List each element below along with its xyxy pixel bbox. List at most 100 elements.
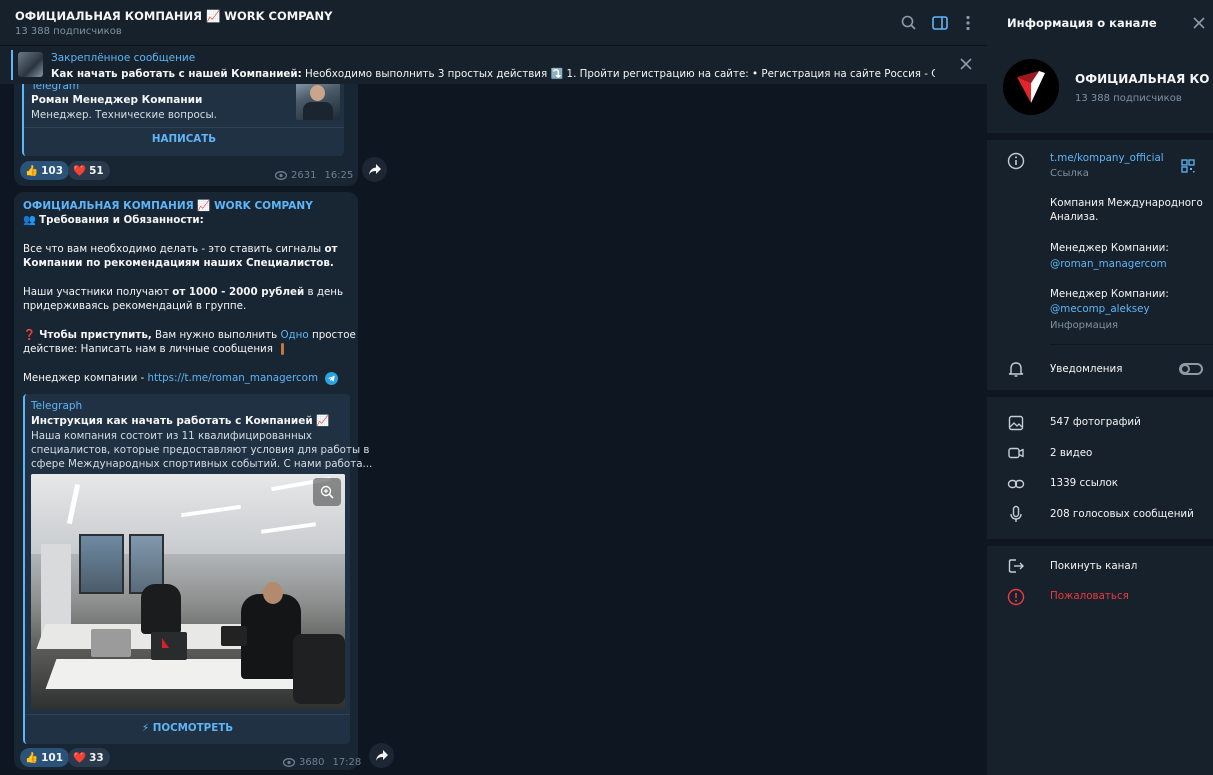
share-button[interactable] [369, 743, 394, 768]
manager-link[interactable]: https://t.me/roman_managercom [148, 372, 318, 384]
message-line: придерживаясь рекомендаций в группе. [23, 299, 246, 314]
person [141, 584, 181, 634]
card-description: Менеджер. Технические вопросы. [31, 109, 217, 121]
message-line: действие: Написать нам в личные сообщени… [23, 342, 284, 357]
pinned-indicator [11, 50, 13, 80]
link-preview-card[interactable]: Telegram Роман Менеджер Компании Менедже… [22, 80, 344, 156]
subscriber-count: 13 388 подписчиков [15, 26, 122, 37]
pinned-message[interactable]: Закреплённое сообщение Как начать работа… [0, 46, 987, 84]
zoom-button[interactable] [313, 478, 341, 506]
message-line: Все что вам необходимо делать - это став… [23, 242, 337, 257]
reaction-like[interactable]: 👍 103 [20, 161, 69, 180]
manager-username-link[interactable]: @mecomp_aleksey [1050, 303, 1150, 315]
videos-item[interactable]: 2 видео [1050, 447, 1092, 459]
search-icon[interactable] [900, 14, 918, 32]
reaction-heart[interactable]: ❤️ 51 [68, 161, 110, 180]
heart-icon: ❤️ [73, 165, 87, 177]
chair [293, 634, 345, 704]
reaction-like[interactable]: 👍 101 [20, 748, 69, 767]
text-bold: от [324, 243, 338, 255]
share-button[interactable] [362, 157, 387, 182]
office-photo[interactable] [31, 474, 345, 709]
more-icon[interactable] [959, 14, 977, 32]
section-divider [987, 390, 1213, 397]
photos-item[interactable]: 547 фотографий [1050, 416, 1141, 428]
text-segment: простое [308, 329, 356, 341]
video-icon [1008, 447, 1024, 459]
telegram-icon [325, 371, 339, 385]
inline-link[interactable]: Одно [280, 329, 308, 341]
message-line: Наши участники получают от 1000 - 2000 р… [23, 285, 343, 300]
zoom-in-icon [320, 485, 334, 499]
description-label: Информация [1050, 320, 1119, 331]
channel-info-panel: Информация о канале ОФИЦИАЛЬНАЯ КОМПАНИЯ… [987, 0, 1213, 775]
description-line: Менеджер Компании: [1050, 288, 1169, 300]
leave-icon [1008, 559, 1024, 573]
view-button-label: ПОСМОТРЕТЬ [152, 722, 234, 734]
notifications-label: Уведомления [1050, 363, 1123, 375]
sidebar-toggle-icon[interactable] [931, 14, 949, 32]
chat-area: Telegram Роман Менеджер Компании Менедже… [0, 0, 987, 775]
message-line: 👥 Требования и Обязанности: [23, 213, 204, 228]
pinned-text-bold: Как начать работать с нашей Компанией: [51, 68, 302, 80]
chat-header[interactable]: ОФИЦИАЛЬНАЯ КОМПАНИЯ 📈 WORK COMPANY 13 3… [0, 0, 987, 46]
card-title: Инструкция как начать работать с Компани… [31, 415, 330, 427]
message-time: 17:28 [332, 757, 362, 768]
window [79, 534, 124, 594]
laptop [151, 632, 187, 660]
message-line: Компании по рекомендациям наших Специали… [23, 256, 334, 271]
requirements-heading: Требования и Обязанности: [39, 214, 204, 226]
card-description: специалистов, которые предоставляют усло… [31, 444, 370, 456]
text-segment: в день [304, 286, 344, 298]
card-photo [296, 80, 340, 120]
message-bubble[interactable]: ОФИЦИАЛЬНАЯ КОМПАНИЯ 📈 WORK COMPANY 👥 Тр… [14, 192, 372, 770]
card-description: Наша компания состоит из 11 квалифициров… [31, 430, 312, 442]
eye-icon [275, 171, 287, 180]
laptop [91, 629, 131, 657]
message-time: 16:25 [324, 170, 354, 181]
pinned-thumbnail [18, 52, 43, 77]
message-bubble[interactable]: Telegram Роман Менеджер Компании Менедже… [14, 80, 358, 186]
channel-name: ОФИЦИАЛЬНАЯ КОМПАНИЯ [1075, 72, 1209, 86]
microphone-icon [1010, 505, 1022, 522]
text-segment: Вам нужно выполнить [151, 329, 281, 341]
text-segment: придерживаясь рекомендаций в группе. [23, 300, 247, 312]
info-icon [1007, 152, 1025, 170]
link-label: Ссылка [1050, 168, 1089, 179]
links-item[interactable]: 1339 ссылок [1050, 477, 1118, 489]
text-segment: Менеджер компании - [23, 372, 148, 384]
text-bold: Чтобы приступить, [39, 329, 152, 341]
person-head [263, 582, 283, 604]
section-divider [987, 539, 1213, 546]
voice-item[interactable]: 208 голосовых сообщений [1050, 508, 1194, 520]
manager-username-link[interactable]: @roman_managercom [1050, 258, 1167, 270]
chat-title[interactable]: ОФИЦИАЛЬНАЯ КОМПАНИЯ 📈 WORK COMPANY [15, 9, 332, 23]
thumbs-up-icon: 👍 [25, 752, 39, 764]
reaction-heart[interactable]: ❤️ 33 [68, 748, 110, 767]
thumbs-up-icon: 👍 [25, 165, 39, 177]
pinned-label: Закреплённое сообщение [51, 52, 196, 64]
person [241, 594, 301, 679]
close-icon[interactable] [1192, 16, 1206, 30]
row-separator [1050, 344, 1213, 345]
view-button[interactable]: ⚡ ПОСМОТРЕТЬ [25, 722, 350, 734]
link-preview-card[interactable]: Telegraph Инструкция как начать работать… [23, 394, 372, 744]
qr-code-icon[interactable] [1181, 159, 1195, 173]
reaction-count: 101 [41, 751, 63, 764]
channel-link[interactable]: t.me/kompany_official [1050, 152, 1164, 164]
report-button[interactable]: Пожаловаться [1050, 590, 1129, 602]
description-line: Компания Международного [1050, 197, 1203, 209]
channel-avatar[interactable] [1003, 59, 1059, 115]
views-count: 2631 [291, 170, 317, 181]
message-author[interactable]: ОФИЦИАЛЬНАЯ КОМПАНИЯ 📈 WORK COMPANY [23, 199, 313, 212]
close-icon[interactable] [959, 57, 973, 71]
write-button[interactable]: НАПИСАТЬ [24, 133, 344, 145]
leave-channel-button[interactable]: Покинуть канал [1050, 560, 1137, 572]
notifications-toggle[interactable] [1179, 363, 1203, 375]
text-segment: действие: Написать нам в личные сообщени… [23, 343, 273, 355]
message-meta: 2631 16:25 [275, 170, 353, 181]
card-title: Роман Менеджер Компании [31, 94, 203, 106]
section-divider [987, 133, 1213, 140]
text-bold: от 1000 - 2000 рублей [172, 286, 305, 298]
pinned-text-rest: Необходимо выполнить 3 простых действия … [305, 68, 935, 80]
